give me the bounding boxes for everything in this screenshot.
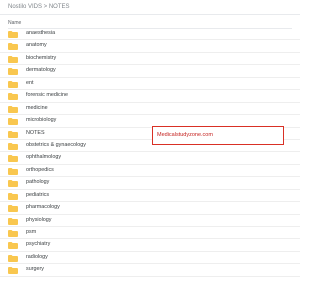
folder-name: microbiology xyxy=(26,117,57,124)
folder-row[interactable]: medicine xyxy=(0,103,300,116)
folder-icon xyxy=(8,68,18,76)
folder-name: physiology xyxy=(26,216,52,223)
folder-name: pathology xyxy=(26,179,50,186)
folder-name: NOTES xyxy=(26,129,45,136)
folder-icon xyxy=(8,180,18,188)
folder-name: dermatology xyxy=(26,67,56,74)
folder-icon xyxy=(8,118,18,126)
folder-name: medicine xyxy=(26,104,48,111)
folder-row[interactable]: physiology xyxy=(0,215,300,227)
folder-name: psm xyxy=(26,229,37,235)
folder-row[interactable]: pathology xyxy=(0,177,300,190)
file-list: anaesthesia anatomy biochemistry dermatolog… xyxy=(0,28,300,277)
folder-row[interactable]: biochemistry xyxy=(0,53,300,66)
folder-row[interactable]: pharmacology xyxy=(0,202,300,215)
folder-row[interactable]: forensic medicine xyxy=(0,90,300,103)
folder-icon xyxy=(8,31,18,38)
folder-icon xyxy=(8,80,18,88)
folder-row[interactable]: ent xyxy=(0,78,300,91)
folder-icon xyxy=(8,155,18,163)
folder-name: pharmacology xyxy=(26,204,60,211)
folder-icon xyxy=(8,217,18,225)
folder-row[interactable]: orthopedics xyxy=(0,165,300,178)
folder-name: pediatrics xyxy=(26,191,50,198)
folder-row[interactable]: psychiatry xyxy=(0,239,300,252)
folder-name: anaesthesia xyxy=(26,30,56,36)
folder-icon xyxy=(8,192,18,200)
folder-row[interactable]: pediatrics xyxy=(0,190,300,203)
breadcrumb[interactable]: Nostilo VIDS > NOTES xyxy=(8,4,70,10)
folder-icon xyxy=(8,242,18,250)
folder-icon xyxy=(8,205,18,213)
folder-icon xyxy=(8,43,18,51)
folder-name: orthopedics xyxy=(26,166,54,173)
folder-name: biochemistry xyxy=(26,54,57,61)
column-header-name[interactable]: Name xyxy=(8,20,21,26)
folder-name: surgery xyxy=(26,266,44,273)
folder-row[interactable]: dermatology xyxy=(0,65,300,78)
folder-icon xyxy=(8,230,18,237)
folder-icon xyxy=(8,167,18,175)
folder-row[interactable]: anaesthesia xyxy=(0,28,300,41)
folder-icon xyxy=(8,105,18,113)
folder-name: radiology xyxy=(26,253,48,260)
folder-icon xyxy=(8,254,18,262)
folder-icon xyxy=(8,267,18,275)
watermark-text: Medicalstudyzone.com xyxy=(157,132,213,138)
folder-row[interactable]: psm xyxy=(0,227,300,240)
folder-row[interactable]: surgery xyxy=(0,264,300,277)
folder-row[interactable]: ophthalmology xyxy=(0,152,300,165)
watermark-box: Medicalstudyzone.com xyxy=(152,126,284,145)
folder-row[interactable]: anatomy xyxy=(0,40,300,53)
folder-name: ent xyxy=(26,79,34,86)
folder-name: anatomy xyxy=(26,42,47,49)
folder-name: ophthalmology xyxy=(26,154,62,161)
folder-icon xyxy=(8,93,18,101)
folder-icon xyxy=(8,55,18,63)
top-divider xyxy=(0,14,300,15)
folder-name: forensic medicine xyxy=(26,92,68,99)
folder-icon xyxy=(8,130,18,138)
folder-name: psychiatry xyxy=(26,241,51,248)
folder-row[interactable]: radiology xyxy=(0,252,300,265)
folder-name: obstetrics & gynaecology xyxy=(26,141,86,148)
folder-icon xyxy=(8,142,18,150)
